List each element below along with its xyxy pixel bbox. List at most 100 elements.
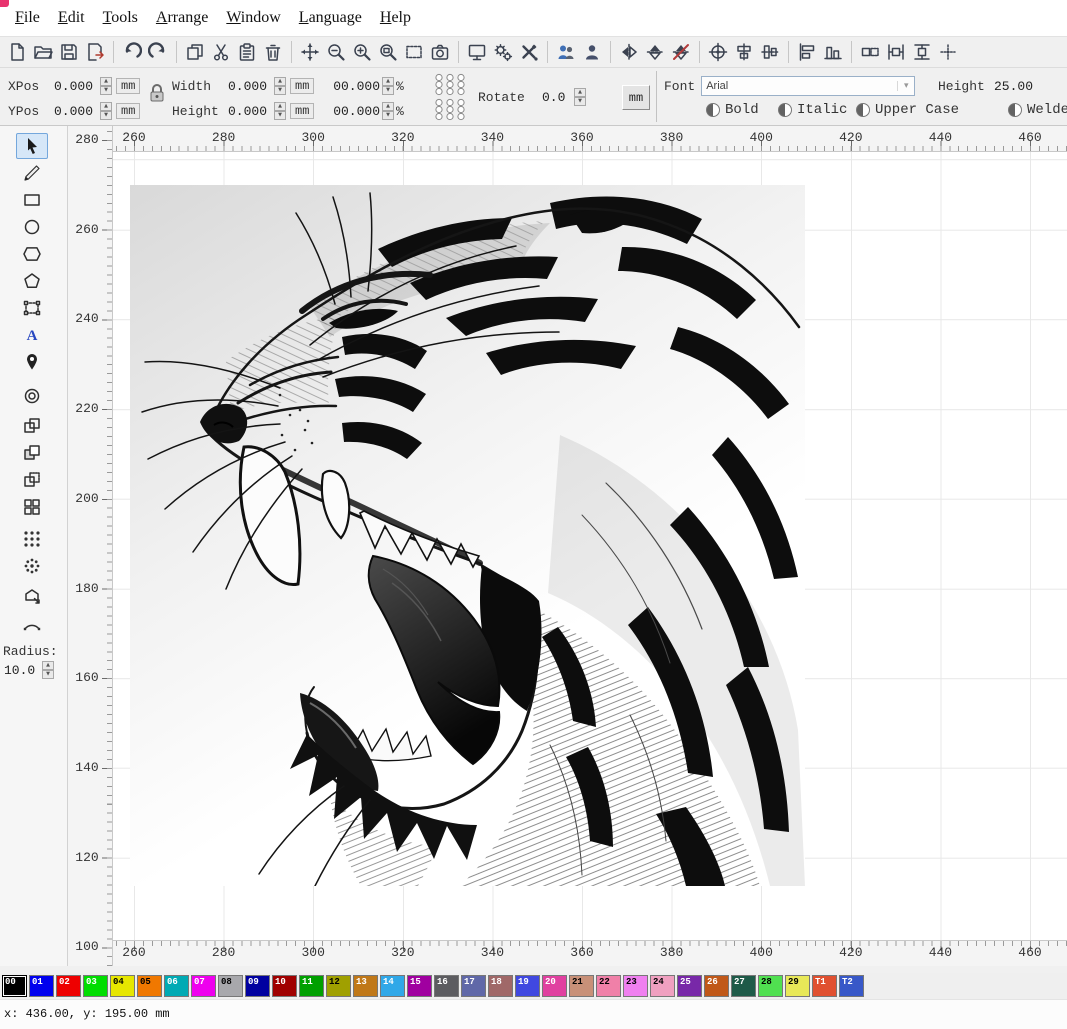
marquee-select-icon[interactable] [401, 39, 427, 65]
palette-swatch-T1[interactable]: T1 [812, 975, 837, 997]
palette-swatch-08[interactable]: 08 [218, 975, 243, 997]
user-icon[interactable] [579, 39, 605, 65]
palette-swatch-T2[interactable]: T2 [839, 975, 864, 997]
ring-tool[interactable] [16, 383, 48, 409]
width-stepper[interactable]: ▲▼ [274, 77, 286, 95]
palette-swatch-13[interactable]: 13 [353, 975, 378, 997]
radial-array-tool[interactable] [16, 553, 48, 579]
polygon-hexagon-tool[interactable] [16, 241, 48, 267]
anchor-point-selector[interactable] [432, 73, 468, 121]
anchor-grid-bottom[interactable] [432, 98, 468, 121]
redo-icon[interactable] [145, 39, 171, 65]
text-tool[interactable]: A [16, 322, 48, 348]
palette-swatch-01[interactable]: 01 [29, 975, 54, 997]
select-tool[interactable] [16, 133, 48, 159]
drawing-canvas[interactable] [113, 152, 1067, 940]
zoom-in-icon[interactable] [349, 39, 375, 65]
palette-swatch-20[interactable]: 20 [542, 975, 567, 997]
convert-shape-tool[interactable] [16, 583, 48, 609]
save-file-icon[interactable] [56, 39, 82, 65]
move-to-origin-icon[interactable] [705, 39, 731, 65]
mirror-horizontal-icon[interactable] [642, 39, 668, 65]
palette-swatch-04[interactable]: 04 [110, 975, 135, 997]
menu-item-help[interactable]: Help [371, 5, 420, 31]
rotate-value[interactable]: 0.0 [542, 90, 572, 105]
radius-value[interactable]: 10.0 [4, 663, 40, 678]
anchor-grid-top[interactable] [432, 73, 468, 96]
palette-swatch-03[interactable]: 03 [83, 975, 108, 997]
ellipse-tool[interactable] [16, 214, 48, 240]
font-dropdown[interactable]: Arial ▾ [701, 76, 915, 96]
duplicate-offset-tool[interactable] [16, 440, 48, 466]
delete-icon[interactable] [260, 39, 286, 65]
node-edit-tool[interactable] [16, 295, 48, 321]
height-value[interactable]: 0.000 [228, 104, 272, 119]
palette-swatch-21[interactable]: 21 [569, 975, 594, 997]
user-group-icon[interactable] [553, 39, 579, 65]
palette-swatch-23[interactable]: 23 [623, 975, 648, 997]
new-file-icon[interactable] [4, 39, 30, 65]
palette-swatch-25[interactable]: 25 [677, 975, 702, 997]
palette-swatch-12[interactable]: 12 [326, 975, 351, 997]
chevron-down-icon[interactable]: ▾ [897, 81, 914, 91]
width-scale-stepper[interactable]: ▲▼ [382, 77, 394, 95]
align-vertical-center-icon[interactable] [757, 39, 783, 65]
palette-swatch-17[interactable]: 17 [461, 975, 486, 997]
menu-item-window[interactable]: Window [217, 5, 289, 31]
same-size-icon[interactable] [857, 39, 883, 65]
export-file-icon[interactable] [82, 39, 108, 65]
palette-swatch-10[interactable]: 10 [272, 975, 297, 997]
palette-swatch-02[interactable]: 02 [56, 975, 81, 997]
xpos-stepper[interactable]: ▲▼ [100, 77, 112, 95]
lock-aspect-icon[interactable] [149, 83, 165, 108]
palette-swatch-16[interactable]: 16 [434, 975, 459, 997]
menu-item-edit[interactable]: Edit [49, 5, 94, 31]
align-left-icon[interactable] [794, 39, 820, 65]
polygon-pentagon-tool[interactable] [16, 268, 48, 294]
palette-swatch-18[interactable]: 18 [488, 975, 513, 997]
palette-swatch-28[interactable]: 28 [758, 975, 783, 997]
camera-capture-icon[interactable] [427, 39, 453, 65]
palette-swatch-22[interactable]: 22 [596, 975, 621, 997]
rectangle-tool[interactable] [16, 187, 48, 213]
palette-swatch-26[interactable]: 26 [704, 975, 729, 997]
pin-marker-tool[interactable] [16, 349, 48, 375]
palette-swatch-29[interactable]: 29 [785, 975, 810, 997]
xpos-value[interactable]: 0.000 [54, 79, 98, 94]
distribute-vertical-icon[interactable] [909, 39, 935, 65]
undo-icon[interactable] [119, 39, 145, 65]
palette-swatch-19[interactable]: 19 [515, 975, 540, 997]
width-value[interactable]: 0.000 [228, 79, 272, 94]
uppercase-toggle[interactable]: Upper Case [856, 101, 959, 119]
zoom-window-icon[interactable] [375, 39, 401, 65]
machine-settings-icon[interactable] [490, 39, 516, 65]
open-file-icon[interactable] [30, 39, 56, 65]
arc-tool[interactable] [16, 610, 48, 636]
palette-swatch-15[interactable]: 15 [407, 975, 432, 997]
menu-item-file[interactable]: File [6, 5, 49, 31]
mirror-vertical-icon[interactable] [616, 39, 642, 65]
distribute-horizontal-icon[interactable] [883, 39, 909, 65]
height-scale-stepper[interactable]: ▲▼ [382, 102, 394, 120]
palette-swatch-06[interactable]: 06 [164, 975, 189, 997]
mirror-off-icon[interactable] [668, 39, 694, 65]
palette-swatch-14[interactable]: 14 [380, 975, 405, 997]
palette-swatch-00[interactable]: 00 [2, 975, 27, 997]
rotate-stepper[interactable]: ▲▼ [574, 88, 586, 106]
canvas-object-tiger-image[interactable] [130, 185, 805, 886]
system-tools-icon[interactable] [516, 39, 542, 65]
paste-icon[interactable] [234, 39, 260, 65]
ypos-value[interactable]: 0.000 [54, 104, 98, 119]
copy-object-tool[interactable] [16, 413, 48, 439]
palette-swatch-09[interactable]: 09 [245, 975, 270, 997]
bold-toggle[interactable]: Bold [706, 101, 759, 119]
ypos-stepper[interactable]: ▲▼ [100, 102, 112, 120]
cut-icon[interactable] [208, 39, 234, 65]
palette-swatch-05[interactable]: 05 [137, 975, 162, 997]
align-bottom-icon[interactable] [820, 39, 846, 65]
duplicate-array-tool[interactable] [16, 494, 48, 520]
zoom-out-icon[interactable] [323, 39, 349, 65]
menu-item-arrange[interactable]: Arrange [147, 5, 217, 31]
pan-move-icon[interactable] [297, 39, 323, 65]
palette-swatch-07[interactable]: 07 [191, 975, 216, 997]
